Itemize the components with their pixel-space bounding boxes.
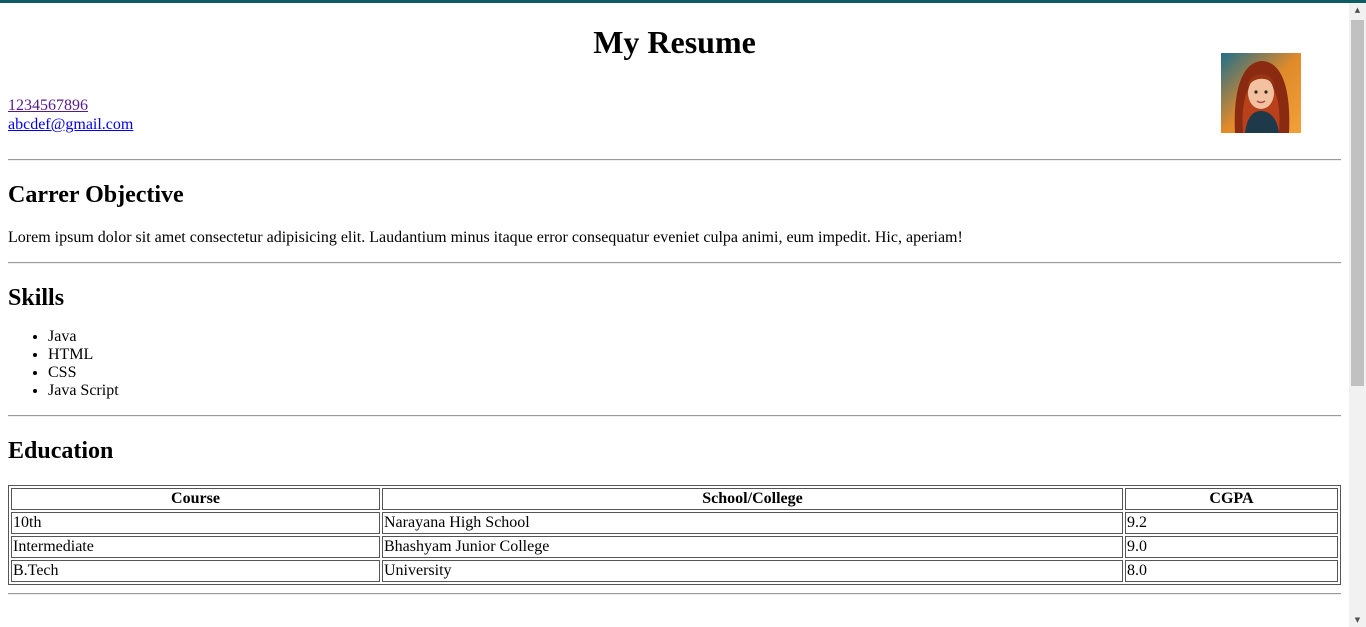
column-header-cgpa: CGPA xyxy=(1125,488,1338,510)
email-link[interactable]: abcdef@gmail.com xyxy=(8,115,133,134)
contact-links: 1234567896 abcdef@gmail.com xyxy=(8,96,133,134)
cell-cgpa: 9.0 xyxy=(1125,536,1338,558)
skill-item: Java xyxy=(48,328,1341,346)
cell-course: B.Tech xyxy=(11,560,380,582)
table-row: 10th Narayana High School 9.2 xyxy=(11,512,1338,534)
cell-cgpa: 8.0 xyxy=(1125,560,1338,582)
scroll-up-arrow-icon[interactable]: ▲ xyxy=(1349,3,1366,17)
cell-school: Bhashyam Junior College xyxy=(382,536,1123,558)
skill-item: HTML xyxy=(48,346,1341,364)
cell-course: Intermediate xyxy=(11,536,380,558)
divider-3 xyxy=(8,415,1341,417)
table-header-row: Course School/College CGPA xyxy=(11,488,1338,510)
skill-item: Java Script xyxy=(48,382,1341,400)
table-row: Intermediate Bhashyam Junior College 9.0 xyxy=(11,536,1338,558)
page-title: My Resume xyxy=(593,24,756,60)
column-header-school: School/College xyxy=(382,488,1123,510)
vertical-scrollbar[interactable]: ▲ ▼ xyxy=(1349,3,1366,627)
profile-photo xyxy=(1221,53,1301,133)
objective-text: Lorem ipsum dolor sit amet consectetur a… xyxy=(8,229,963,246)
skill-item: CSS xyxy=(48,364,1341,382)
education-heading: Education xyxy=(8,438,114,464)
skills-list: Java HTML CSS Java Script xyxy=(8,328,1341,400)
cell-school: Narayana High School xyxy=(382,512,1123,534)
table-row: B.Tech University 8.0 xyxy=(11,560,1338,582)
objective-heading: Carrer Objective xyxy=(8,182,184,208)
cell-cgpa: 9.2 xyxy=(1125,512,1338,534)
phone-link[interactable]: 1234567896 xyxy=(8,96,133,115)
divider-4 xyxy=(8,593,1341,595)
divider-2 xyxy=(8,262,1341,264)
education-table: Course School/College CGPA 10th Narayana… xyxy=(8,485,1341,585)
cell-course: 10th xyxy=(11,512,380,534)
scrollbar-thumb[interactable] xyxy=(1351,20,1364,386)
page-content: My Resume 1234567896 abcdef@gmail.com Ca… xyxy=(0,24,1349,595)
scroll-down-arrow-icon[interactable]: ▼ xyxy=(1349,613,1366,627)
cell-school: University xyxy=(382,560,1123,582)
resume-page: My Resume 1234567896 abcdef@gmail.com Ca… xyxy=(0,3,1349,627)
column-header-course: Course xyxy=(11,488,380,510)
skills-heading: Skills xyxy=(8,285,65,311)
contact-section: 1234567896 abcdef@gmail.com xyxy=(8,53,1341,161)
